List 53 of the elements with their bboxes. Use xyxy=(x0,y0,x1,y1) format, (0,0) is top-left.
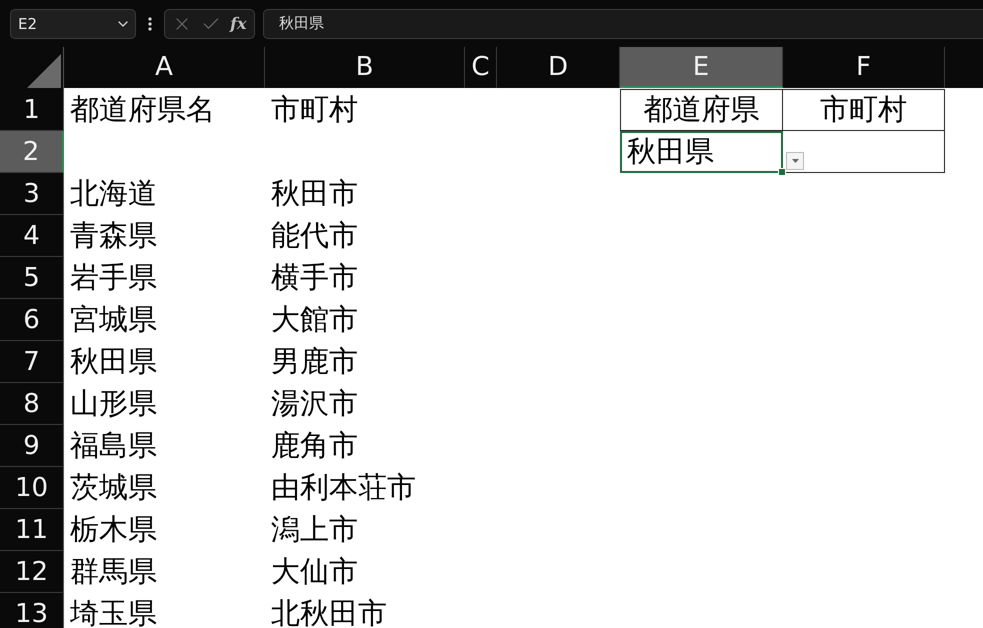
table-cell[interactable]: 大仙市 xyxy=(265,551,465,593)
dropdown-button[interactable] xyxy=(786,152,804,170)
table-cell[interactable]: 由利本荘市 xyxy=(265,467,465,509)
row-header[interactable]: 11 xyxy=(0,509,64,551)
table-cell[interactable]: 北海道 xyxy=(64,173,265,215)
formula-field[interactable]: 秋田県 xyxy=(263,8,983,38)
table-cell[interactable]: 横手市 xyxy=(265,257,465,299)
row-header[interactable]: 7 xyxy=(0,341,64,383)
row-header[interactable]: 9 xyxy=(0,425,64,467)
table-cell[interactable]: 山形県 xyxy=(64,383,265,425)
column-header[interactable]: C xyxy=(465,47,497,88)
column-header[interactable]: D xyxy=(497,47,620,88)
table-cell[interactable]: 鹿角市 xyxy=(265,425,465,467)
table-cell[interactable]: 能代市 xyxy=(265,215,465,257)
table-cell[interactable]: 北秋田市 xyxy=(265,593,465,628)
row-header[interactable]: 3 xyxy=(0,173,64,215)
table-cell[interactable] xyxy=(783,131,945,173)
table-cell[interactable]: 潟上市 xyxy=(265,509,465,551)
name-box[interactable]: E2 xyxy=(10,8,136,38)
table-cell[interactable]: 岩手県 xyxy=(64,257,265,299)
table-cell[interactable]: 群馬県 xyxy=(64,551,265,593)
table-cell[interactable]: 湯沢市 xyxy=(265,383,465,425)
row-header[interactable]: 4 xyxy=(0,215,64,257)
table-cell[interactable]: 栃木県 xyxy=(64,509,265,551)
column-header[interactable]: A xyxy=(64,47,265,88)
table-cell[interactable]: 茨城県 xyxy=(64,467,265,509)
fill-handle[interactable] xyxy=(778,168,786,176)
table-cell[interactable]: 都道府県 xyxy=(620,89,783,131)
table-cell[interactable]: 都道府県名 xyxy=(64,89,265,131)
table-cell[interactable]: 男鹿市 xyxy=(265,341,465,383)
row-header[interactable]: 1 xyxy=(0,89,64,131)
row-header[interactable]: 10 xyxy=(0,467,64,509)
table-cell[interactable]: 秋田県 xyxy=(64,341,265,383)
row-header[interactable]: 2 xyxy=(0,131,64,173)
column-header[interactable]: B xyxy=(265,47,465,88)
row-header[interactable]: 13 xyxy=(0,593,64,628)
more-icon[interactable] xyxy=(148,16,152,32)
caret-icon xyxy=(792,159,798,163)
table-cell[interactable]: 福島県 xyxy=(64,425,265,467)
insert-function-button[interactable]: fx xyxy=(230,14,247,33)
row-header[interactable]: 8 xyxy=(0,383,64,425)
table-cell[interactable]: 秋田市 xyxy=(265,173,465,215)
row-header[interactable]: 6 xyxy=(0,299,64,341)
column-header[interactable]: F xyxy=(783,47,945,88)
table-cell[interactable]: 市町村 xyxy=(265,89,465,131)
table-cell[interactable]: 大館市 xyxy=(265,299,465,341)
row-header[interactable]: 12 xyxy=(0,551,64,593)
table-cell[interactable]: 埼玉県 xyxy=(64,593,265,628)
column-header[interactable]: E xyxy=(620,47,783,88)
row-header[interactable]: 5 xyxy=(0,257,64,299)
table-cell[interactable]: 宮城県 xyxy=(64,299,265,341)
table-cell[interactable]: 市町村 xyxy=(783,89,945,131)
table-cell[interactable]: 青森県 xyxy=(64,215,265,257)
